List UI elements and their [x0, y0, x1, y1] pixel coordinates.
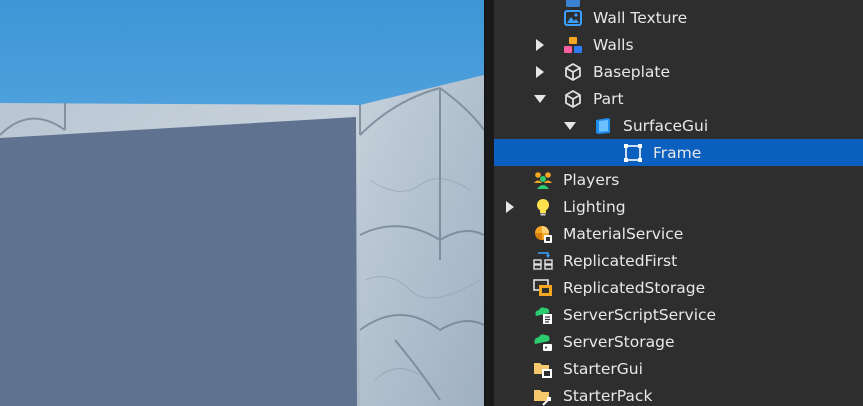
image-icon	[564, 10, 582, 26]
starter-pack-icon	[534, 390, 551, 406]
explorer-item-label: Wall Texture	[593, 9, 688, 27]
explorer-item-part[interactable]: Part	[494, 85, 863, 112]
frame-icon	[624, 144, 642, 162]
model-icon	[564, 37, 582, 53]
explorer-panel: Wall Texture Walls Baseplate Part SurfaceGui…	[494, 0, 863, 406]
explorer-item-players[interactable]: Players	[494, 166, 863, 193]
explorer-item-starterpack[interactable]: StarterPack	[494, 382, 863, 406]
3d-viewport[interactable]	[0, 0, 484, 406]
explorer-item-label: Players	[563, 171, 620, 189]
explorer-item-label: StarterPack	[563, 387, 653, 405]
explorer-item-serverstorage[interactable]: ServerStorage	[494, 328, 863, 355]
scene-render	[0, 75, 484, 406]
part-icon	[565, 90, 581, 108]
explorer-item-label: MaterialService	[563, 225, 684, 243]
explorer-item-label: SurfaceGui	[623, 117, 709, 135]
explorer-item-label: ServerStorage	[563, 333, 675, 351]
explorer-item-replicatedfirst[interactable]: ReplicatedFirst	[494, 247, 863, 274]
expand-arrow-icon[interactable]	[536, 66, 544, 78]
surfacegui-icon	[596, 118, 610, 134]
part-icon	[565, 63, 581, 81]
right-wall	[360, 75, 484, 406]
lightbulb-icon	[537, 199, 549, 216]
explorer-item-frame[interactable]: Frame	[494, 139, 863, 166]
explorer-item-label: Frame	[653, 144, 702, 162]
explorer-item-walls[interactable]: Walls	[494, 31, 863, 58]
explorer-item-baseplate[interactable]: Baseplate	[494, 58, 863, 85]
explorer-item-label: StarterGui	[563, 360, 643, 378]
players-icon	[534, 172, 552, 189]
collapse-arrow-icon[interactable]	[564, 122, 576, 130]
explorer-item-serverscriptservice[interactable]: ServerScriptService	[494, 301, 863, 328]
explorer-item-materialservice[interactable]: MaterialService	[494, 220, 863, 247]
expand-arrow-icon[interactable]	[536, 39, 544, 51]
explorer-item-label: Walls	[593, 36, 634, 54]
explorer-item-surfacegui[interactable]: SurfaceGui	[494, 112, 863, 139]
expand-arrow-icon[interactable]	[506, 201, 514, 213]
explorer-item-startergui[interactable]: StarterGui	[494, 355, 863, 382]
starter-gui-icon	[534, 363, 552, 378]
explorer-item-lighting[interactable]: Lighting	[494, 193, 863, 220]
explorer-item-label: Lighting	[563, 198, 626, 216]
explorer-item-label: ReplicatedFirst	[563, 252, 678, 270]
replicated-storage-icon	[533, 279, 552, 296]
explorer-item-wall-texture[interactable]: Wall Texture	[494, 4, 863, 31]
explorer-item-label: ReplicatedStorage	[563, 279, 706, 297]
explorer-item-replicatedstorage[interactable]: ReplicatedStorage	[494, 274, 863, 301]
explorer-item-label: Part	[593, 90, 624, 108]
material-service-icon	[535, 226, 552, 243]
surface-frame	[0, 117, 357, 406]
explorer-item-label: Baseplate	[593, 63, 671, 81]
server-script-service-icon	[535, 307, 552, 324]
replicated-first-icon	[533, 252, 553, 270]
server-storage-icon	[534, 334, 552, 351]
explorer-item-label: ServerScriptService	[563, 306, 717, 324]
collapse-arrow-icon[interactable]	[534, 95, 546, 103]
